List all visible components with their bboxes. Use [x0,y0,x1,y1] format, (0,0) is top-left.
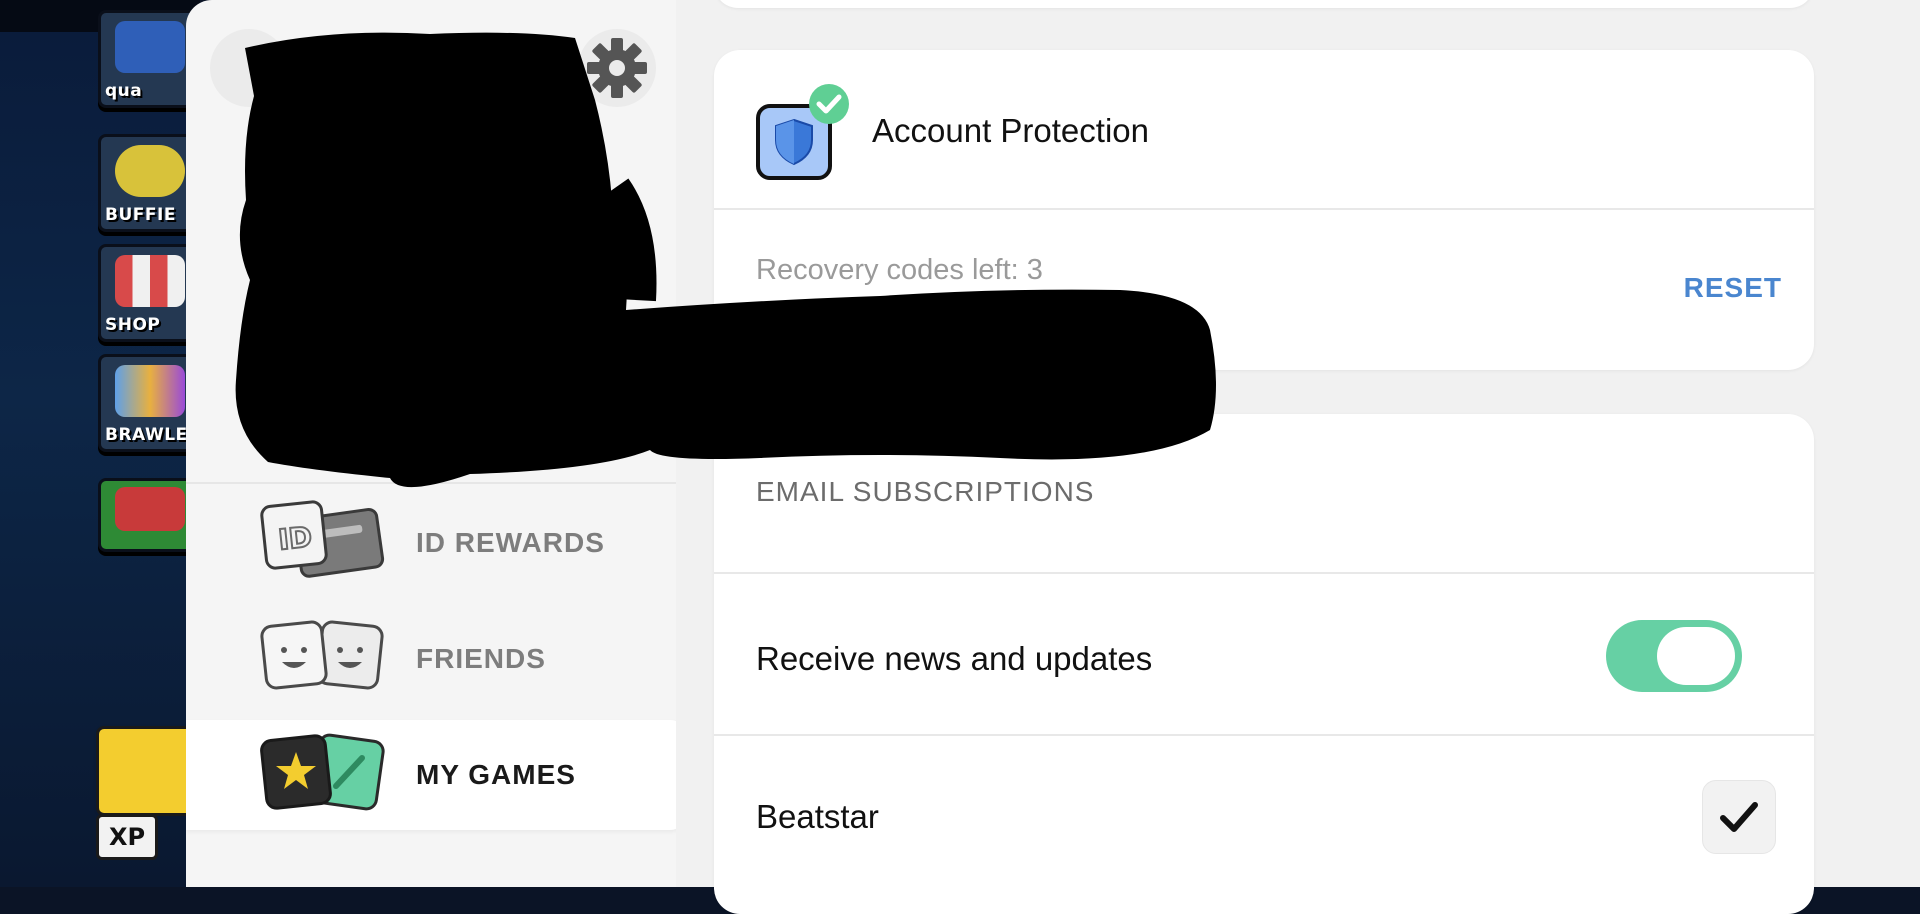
svg-text:ID: ID [277,520,314,556]
sidebar-divider [186,482,676,484]
beatstar-checkbox[interactable] [1702,780,1776,854]
recovery-codes-text: Recovery codes left: 3 [756,254,1043,286]
sidebar-item-friends[interactable]: FRIENDS [186,604,676,714]
games-cards-icon [260,733,385,811]
shop-awning-icon [115,255,185,307]
gear-icon [587,38,647,98]
skull-icon [115,21,185,73]
news-updates-label: Receive news and updates [756,640,1153,677]
shield-icon [756,84,856,184]
sidebar-item-label: ID REWARDS [416,527,605,558]
reset-button[interactable]: RESET [1684,272,1782,304]
back-button[interactable] [210,29,288,107]
game-button-label: BRAWLE [105,425,188,445]
game-button-label: BUFFIE [105,205,176,225]
treasure-icon [115,487,185,531]
buffie-face-icon [115,145,185,197]
game-button-label: SHOP [105,315,161,335]
sidebar-item-id-rewards[interactable]: ID ID REWARDS [186,488,676,598]
id-card-icon: ID [260,500,385,578]
sidebar-item-my-games[interactable]: MY GAMES [186,720,676,830]
settings-button[interactable] [578,29,656,107]
brawlers-icon [115,365,185,417]
account-protection-card: Account Protection Recovery codes left: … [714,50,1814,370]
sidebar-item-label: FRIENDS [416,643,546,674]
game-button-label: qua [105,81,143,101]
row-divider [714,572,1814,574]
email-subscriptions-title: EMAIL SUBSCRIPTIONS [756,476,1095,507]
beatstar-label: Beatstar [756,798,879,835]
previous-card [714,0,1814,8]
sidebar: ID ID REWARDS FRIENDS MY GAMES [186,0,676,887]
toggle-knob [1657,627,1735,685]
checkmark-icon [1720,802,1758,832]
main-content: Account Protection Recovery codes left: … [676,0,1920,914]
news-updates-toggle[interactable] [1606,620,1742,692]
row-divider [714,734,1814,736]
account-protection-title: Account Protection [872,112,1149,149]
friends-faces-icon [260,620,384,690]
xp-badge: XP [96,814,158,860]
row-divider [714,208,1814,210]
sidebar-item-label: MY GAMES [416,759,576,790]
